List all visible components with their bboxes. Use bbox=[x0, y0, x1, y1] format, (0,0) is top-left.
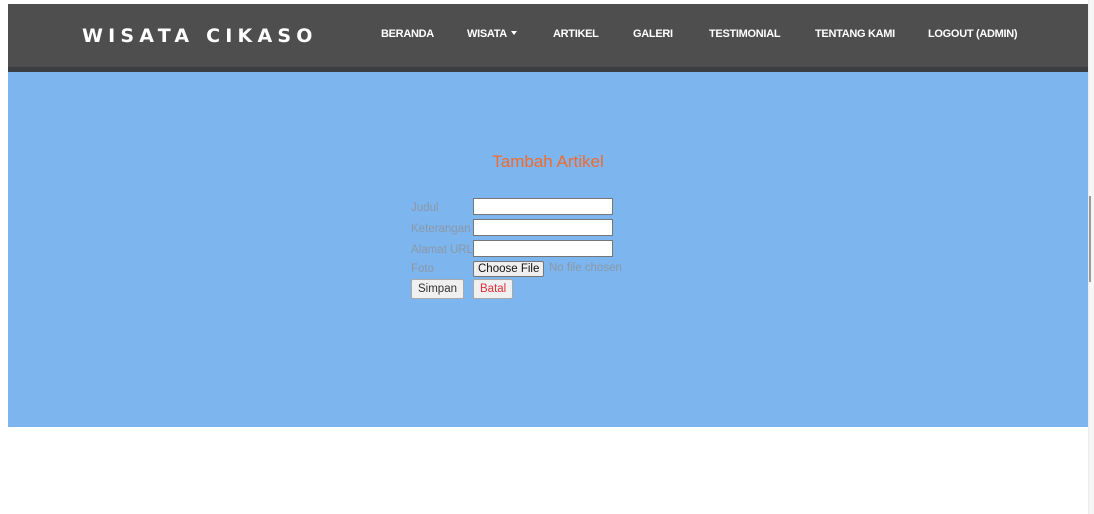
brand-logo[interactable]: WISATA CIKASO bbox=[82, 25, 318, 47]
foto-label: Foto bbox=[411, 263, 435, 275]
nav-item-artikel[interactable]: ARTIKEL bbox=[553, 28, 599, 40]
page: WISATA CIKASO BERANDA WISATA ARTIKEL GAL… bbox=[0, 0, 1094, 514]
choose-file-button[interactable]: Choose File bbox=[473, 261, 545, 277]
keterangan-label: Keterangan bbox=[411, 223, 471, 235]
scrollbar-thumb[interactable] bbox=[1089, 196, 1091, 282]
alamat-url-input[interactable] bbox=[473, 240, 613, 257]
nav-item-logout[interactable]: LOGOUT (ADMIN) bbox=[928, 28, 1018, 40]
nav-item-wisata[interactable]: WISATA bbox=[467, 28, 517, 40]
nav-item-beranda[interactable]: BERANDA bbox=[381, 28, 434, 40]
nav-item-galeri[interactable]: GALERI bbox=[633, 28, 673, 40]
file-status-text: No file chosen bbox=[549, 262, 622, 274]
judul-input[interactable] bbox=[473, 198, 613, 215]
judul-label: Judul bbox=[411, 202, 439, 214]
cancel-button[interactable]: Batal bbox=[473, 279, 514, 299]
content-section: Tambah Artikel Judul Keterangan Alamat U… bbox=[8, 72, 1088, 427]
keterangan-input[interactable] bbox=[473, 219, 613, 236]
save-button[interactable]: Simpan bbox=[411, 279, 464, 299]
nav-item-testimonial[interactable]: TESTIMONIAL bbox=[709, 28, 781, 40]
form-title: Tambah Artikel bbox=[492, 152, 604, 171]
alamat-url-label: Alamat URL bbox=[411, 244, 473, 256]
nav-item-wisata-label: WISATA bbox=[467, 28, 507, 40]
caret-down-icon bbox=[510, 31, 517, 35]
nav-item-tentang-kami[interactable]: TENTANG KAMI bbox=[815, 28, 895, 40]
navbar: WISATA CIKASO BERANDA WISATA ARTIKEL GAL… bbox=[8, 4, 1088, 72]
